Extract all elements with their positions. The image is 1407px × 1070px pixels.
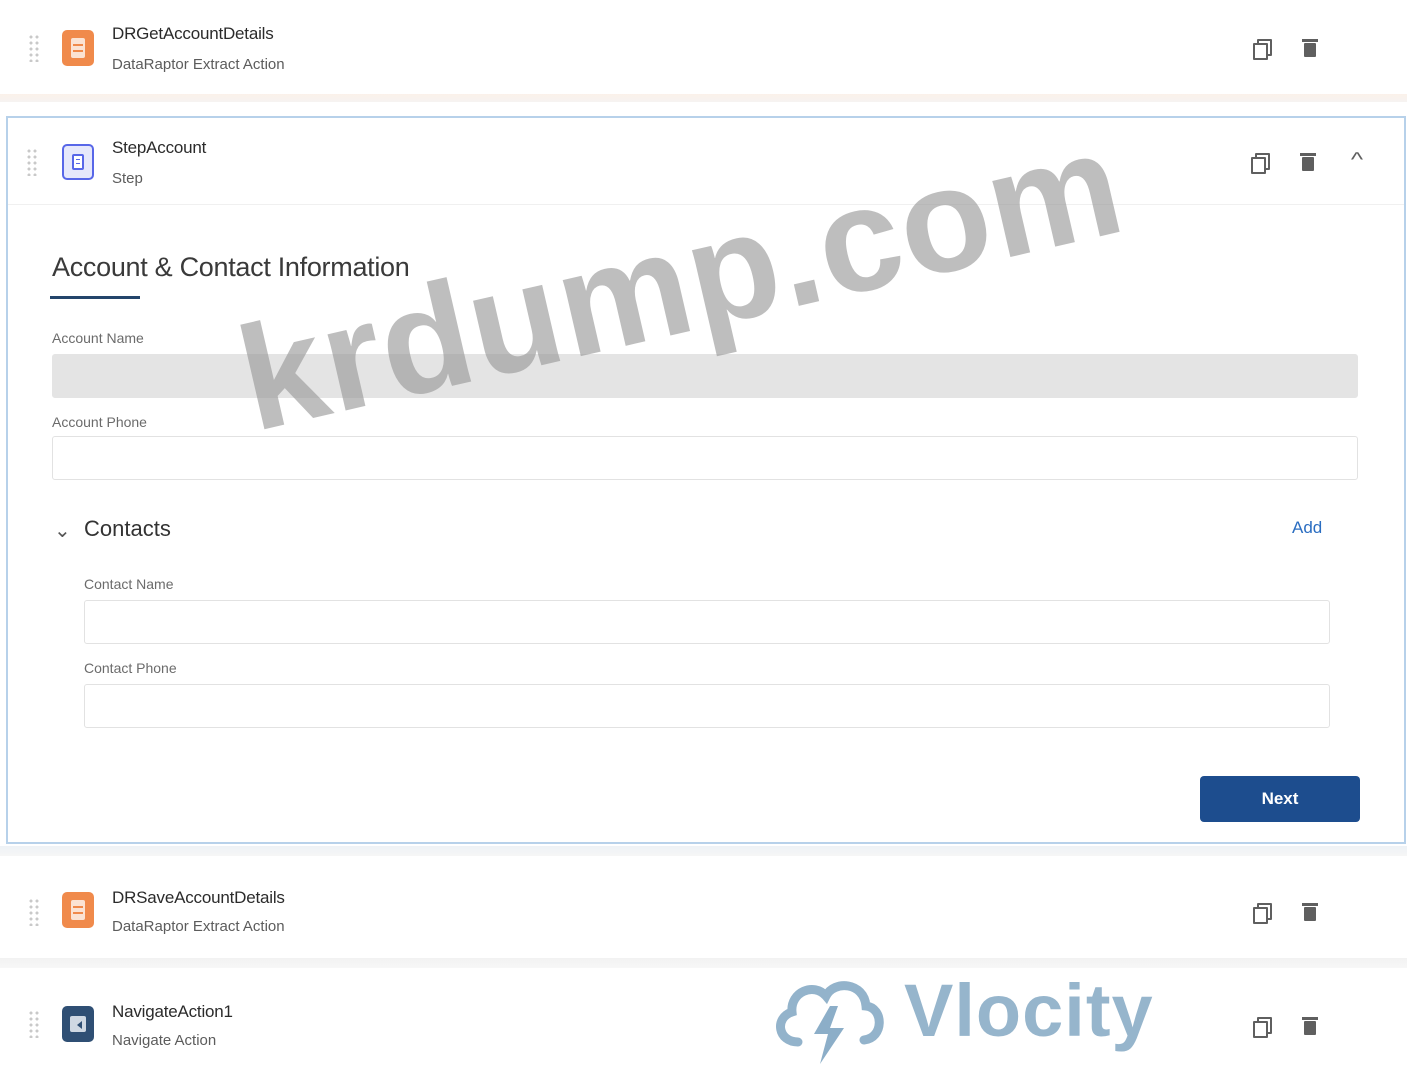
element-name: DRGetAccountDetails	[112, 24, 274, 43]
copy-icon[interactable]	[1252, 38, 1272, 60]
account-name-field[interactable]	[52, 354, 1358, 398]
drag-handle-icon[interactable]	[28, 898, 40, 926]
element-name: NavigateAction1	[112, 1002, 233, 1021]
account-name-label: Account Name	[52, 330, 144, 346]
title-underline	[50, 296, 140, 299]
dataraptor-icon	[62, 30, 94, 66]
collapse-chevron-icon[interactable]: ^	[1345, 150, 1368, 170]
row-separator	[0, 958, 1407, 968]
account-phone-label: Account Phone	[52, 414, 147, 430]
row-separator	[0, 94, 1407, 102]
contacts-block-title[interactable]: Contacts	[84, 516, 171, 542]
chevron-down-icon[interactable]: ⌄	[54, 518, 71, 543]
step-card-stepaccount: StepAccount Step ^ Account & Contact Inf…	[6, 116, 1406, 844]
drag-handle-icon[interactable]	[26, 148, 38, 176]
element-type: Step	[112, 170, 143, 187]
element-name[interactable]: StepAccount	[112, 138, 206, 158]
copy-icon[interactable]	[1252, 902, 1272, 924]
copy-icon[interactable]	[1252, 1016, 1272, 1038]
element-type: DataRaptor Extract Action	[112, 918, 285, 935]
contact-name-field[interactable]	[84, 600, 1330, 644]
element-type: Navigate Action	[112, 1032, 217, 1049]
navigate-icon	[62, 1006, 94, 1042]
row-separator	[0, 846, 1407, 856]
element-row-drsaveaccountdetails[interactable]: DRSaveAccountDetails DataRaptor Extract …	[8, 858, 1404, 958]
step-title: Account & Contact Information	[52, 252, 410, 282]
account-phone-field[interactable]	[52, 436, 1358, 480]
contact-phone-field[interactable]	[84, 684, 1330, 728]
element-row-navigateaction1[interactable]: NavigateAction1 Navigate Action	[8, 968, 1404, 1070]
add-contact-link[interactable]: Add	[1292, 518, 1322, 538]
delete-icon[interactable]	[1301, 902, 1319, 922]
element-row-drgetaccountdetails[interactable]: DRGetAccountDetails DataRaptor Extract A…	[8, 0, 1404, 94]
delete-icon[interactable]	[1301, 38, 1319, 58]
drag-handle-icon[interactable]	[28, 1010, 40, 1038]
element-type: DataRaptor Extract Action	[112, 56, 285, 73]
contact-phone-label: Contact Phone	[84, 660, 177, 676]
delete-icon[interactable]	[1301, 1016, 1319, 1036]
contact-name-label: Contact Name	[84, 576, 174, 592]
drag-handle-icon[interactable]	[28, 34, 40, 62]
step-icon	[62, 144, 94, 180]
step-header-divider	[8, 204, 1404, 205]
dataraptor-icon	[62, 892, 94, 928]
next-button[interactable]: Next	[1200, 776, 1360, 822]
copy-icon[interactable]	[1250, 152, 1270, 174]
element-name: DRSaveAccountDetails	[112, 888, 285, 907]
delete-icon[interactable]	[1299, 152, 1317, 172]
